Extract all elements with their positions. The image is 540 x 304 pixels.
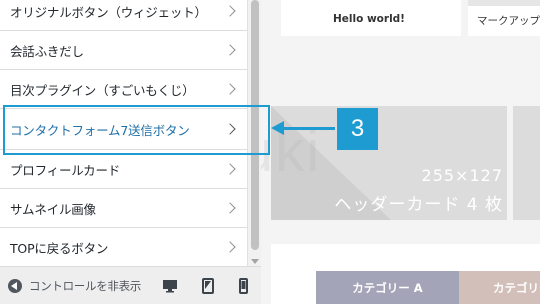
category-tab[interactable]: カテゴリー <box>459 271 540 304</box>
chevron-right-icon <box>224 5 236 17</box>
chevron-right-icon <box>224 83 236 95</box>
desktop-preview-icon[interactable] <box>162 278 178 294</box>
menu-item-toc-plugin[interactable]: 目次プラグイン（すごいもくじ） <box>0 70 247 109</box>
chevron-right-icon <box>224 123 236 135</box>
menu-item-original-button[interactable]: オリジナルボタン（ウィジェット） <box>0 0 247 31</box>
chevron-right-icon <box>224 241 236 253</box>
collapse-label: コントロールを非表示 <box>29 278 141 293</box>
customizer-menu: オリジナルボタン（ウィジェット） 会話ふきだし 目次プラグイン（すごいもくじ） … <box>0 0 247 266</box>
menu-item-thumbnail[interactable]: サムネイル画像 <box>0 189 247 228</box>
mobile-preview-icon[interactable] <box>235 278 251 294</box>
panel-scrollbar[interactable] <box>247 0 261 266</box>
menu-item-speech-bubble[interactable]: 会話ふきだし <box>0 31 247 70</box>
scroll-down-arrow-icon[interactable] <box>251 259 259 264</box>
tablet-preview-icon[interactable] <box>200 278 216 294</box>
chevron-right-icon <box>224 202 236 214</box>
step-number-badge: 3 <box>337 108 378 150</box>
menu-item-label: 会話ふきだし <box>10 43 84 59</box>
category-tab-a[interactable]: カテゴリー A <box>316 271 459 304</box>
menu-item-label: サムネイル画像 <box>10 201 96 217</box>
menu-item-label: TOPに戻るボタン <box>10 240 109 256</box>
menu-item-label: オリジナルボタン（ウィジェット） <box>10 4 207 20</box>
menu-item-back-to-top[interactable]: TOPに戻るボタン <box>0 228 247 266</box>
menu-item-label: コンタクトフォーム7送信ボタン <box>10 122 190 138</box>
chevron-right-icon <box>224 163 236 175</box>
menu-item-contact-form7-button[interactable]: コンタクトフォーム7送信ボタン <box>0 109 247 150</box>
menu-item-label: プロフィールカード <box>10 162 121 178</box>
collapse-arrow-icon <box>8 278 22 293</box>
collapse-controls-button[interactable]: コントロールを非表示 <box>0 267 141 304</box>
post-title[interactable]: マークアップ <box>477 13 540 28</box>
placeholder-name: ヘッダーカード 4 枚 <box>334 195 503 215</box>
menu-item-profile-card[interactable]: プロフィールカード <box>0 150 247 189</box>
card-divider <box>468 0 540 6</box>
scrollbar-thumb[interactable] <box>251 0 259 250</box>
customizer-footer: コントロールを非表示 <box>0 266 261 304</box>
header-card-placeholder: 255×127 ヘッダーカード 4 枚 <box>271 106 507 220</box>
header-card-placeholder <box>513 106 540 220</box>
menu-item-label: 目次プラグイン（すごいもくじ） <box>10 82 195 98</box>
chevron-right-icon <box>224 44 236 56</box>
arrow-left-icon <box>271 121 284 135</box>
callout-arrow <box>283 127 335 130</box>
post-title[interactable]: Hello world! <box>333 13 405 25</box>
placeholder-size: 255×127 <box>421 166 503 185</box>
site-preview: Hello world! マークアップ 255×127 ヘッダーカード 4 枚 <box>261 0 540 304</box>
